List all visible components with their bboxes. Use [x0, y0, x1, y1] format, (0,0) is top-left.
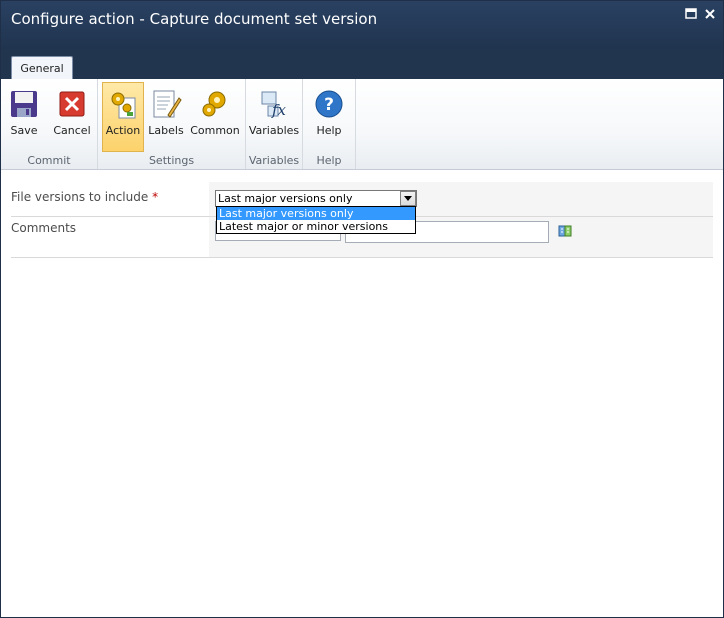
- fx-variables-icon: fx: [261, 91, 287, 119]
- ribbon-group-commit: Save Cancel Commit: [1, 79, 98, 169]
- save-floppy-icon: [11, 91, 37, 117]
- tab-general[interactable]: General: [11, 56, 73, 81]
- svg-text:fx: fx: [271, 101, 287, 119]
- maximize-icon: [685, 8, 697, 19]
- ribbon-group-settings: Action Labels Common Settings: [98, 79, 246, 169]
- required-mark: *: [152, 190, 159, 204]
- help-button[interactable]: ? Help: [310, 83, 348, 151]
- cancel-x-icon: [59, 91, 85, 117]
- save-label: Save: [10, 124, 38, 137]
- commit-group-label: Commit: [27, 154, 71, 167]
- ribbon: Save Cancel Commit Action Labels Common …: [1, 79, 723, 170]
- variables-group-label: Variables: [248, 154, 300, 167]
- help-question-icon: ?: [315, 90, 343, 118]
- chevron-down-icon[interactable]: [400, 191, 416, 206]
- cancel-label: Cancel: [53, 124, 91, 137]
- gears-document-icon: [111, 92, 136, 119]
- variables-label: Variables: [248, 124, 300, 137]
- variables-button[interactable]: fx Variables: [248, 83, 300, 151]
- file-versions-label: File versions to include *: [11, 190, 159, 204]
- help-group-label: Help: [316, 154, 342, 167]
- file-versions-selected-value: Last major versions only: [218, 192, 353, 205]
- settings-group-label: Settings: [148, 154, 195, 167]
- comments-label: Comments: [11, 221, 77, 235]
- ribbon-tab-strip: General: [1, 49, 723, 81]
- file-versions-select[interactable]: Last major versions only: [215, 190, 417, 207]
- configure-action-dialog: Configure action - Capture document set …: [0, 0, 724, 618]
- labels-button[interactable]: Labels: [146, 83, 186, 151]
- close-icon: [705, 9, 715, 19]
- save-button[interactable]: Save: [5, 83, 43, 151]
- common-label: Common: [190, 124, 240, 137]
- cancel-button[interactable]: Cancel: [51, 83, 93, 151]
- dialog-title: Configure action - Capture document set …: [11, 10, 378, 28]
- maximize-button[interactable]: [685, 8, 697, 20]
- dropdown-option[interactable]: Latest major or minor versions: [217, 220, 415, 233]
- close-button[interactable]: [704, 8, 716, 20]
- svg-text:?: ?: [324, 95, 334, 115]
- help-label: Help: [316, 124, 342, 137]
- ribbon-group-help: ? Help Help: [303, 79, 356, 169]
- file-versions-dropdown-list: Last major versions only Latest major or…: [216, 206, 416, 234]
- labels-label: Labels: [148, 124, 184, 137]
- title-bar: Configure action - Capture document set …: [1, 1, 723, 49]
- insert-reference-icon: [558, 225, 572, 237]
- common-button[interactable]: Common: [190, 83, 240, 151]
- dropdown-option[interactable]: Last major versions only: [217, 207, 415, 220]
- action-label: Action: [105, 124, 141, 137]
- labels-pencil-icon: [153, 90, 182, 118]
- action-button[interactable]: Action: [102, 82, 144, 152]
- insert-reference-button[interactable]: [558, 223, 572, 237]
- ribbon-group-variables: fx Variables Variables: [246, 79, 303, 169]
- gears-icon: [202, 91, 226, 117]
